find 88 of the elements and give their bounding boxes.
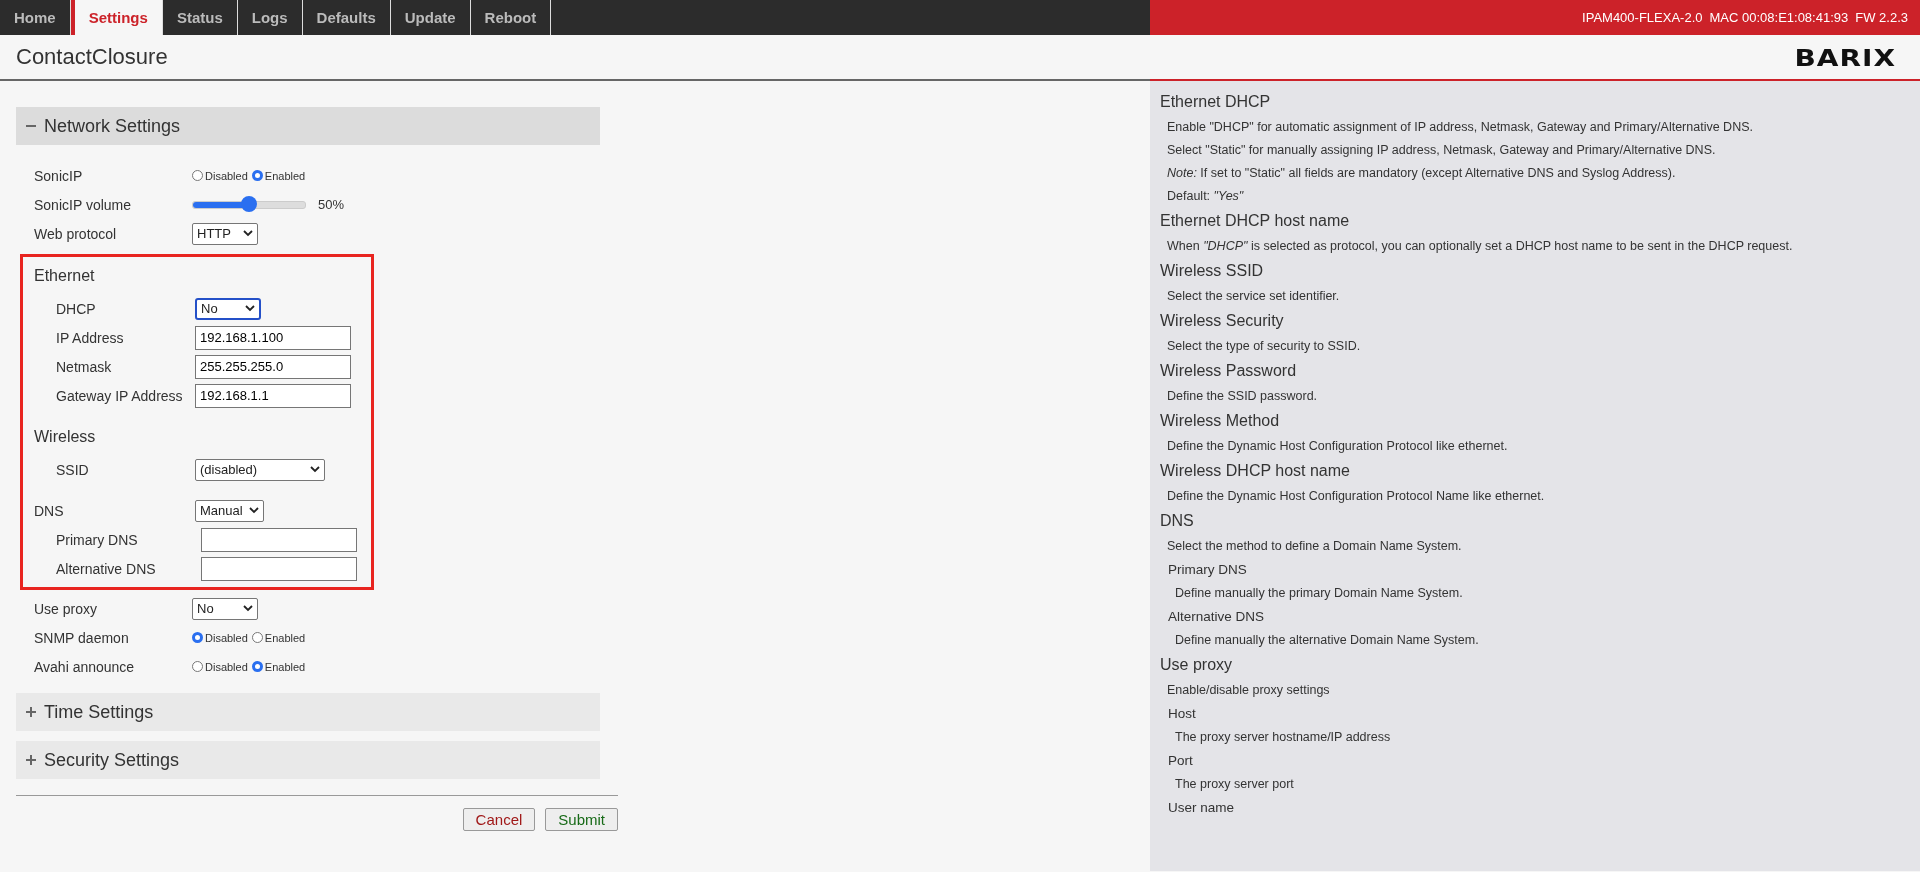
field-label: Alternative DNS [55, 560, 157, 577]
help-text: Enable/disable proxy settings [1166, 683, 1331, 697]
text-field[interactable] [201, 556, 357, 581]
group-heading: Ethernet [33, 266, 96, 286]
radio-button[interactable] [251, 632, 263, 643]
chevron-down-icon [248, 507, 259, 514]
field-label: IP Address [55, 329, 125, 346]
help-heading: Wireless Security [1160, 312, 1285, 330]
chevron-down-icon [243, 605, 253, 612]
help-heading: DNS [1160, 512, 1195, 530]
device-model: IPAM400-FLEXA-2.0 [1582, 10, 1703, 25]
radio-button[interactable] [192, 632, 203, 643]
page-title: ContactClosure [16, 44, 168, 70]
help-subheading: User name [1167, 800, 1236, 815]
text-field[interactable]: 192.168.1.1 [195, 383, 351, 408]
field-label: Avahi announce [33, 658, 136, 675]
field-label: SNMP daemon [33, 629, 130, 646]
field-label: Netmask [55, 358, 113, 375]
help-text: Default: "Yes" [1166, 189, 1245, 203]
mac-address: MAC 00:08:E1:08:41:93 [1709, 10, 1849, 25]
help-heading: Wireless Password [1160, 362, 1298, 380]
radio-label: Disabled [205, 631, 248, 644]
help-subheading: Primary DNS [1167, 562, 1248, 577]
help-heading: Ethernet DHCP host name [1160, 212, 1351, 230]
field-label: SonicIP [33, 167, 84, 184]
firmware-version: FW 2.2.3 [1855, 10, 1908, 25]
field-label: Gateway IP Address [55, 387, 184, 404]
field-label: SonicIP volume [33, 196, 132, 213]
radio-button[interactable] [192, 170, 203, 181]
field-label: SSID [55, 461, 90, 478]
help-text: Define manually the primary Domain Name System. [1174, 586, 1464, 600]
help-heading: Wireless SSID [1160, 262, 1265, 280]
cancel-button[interactable]: Cancel [462, 808, 536, 831]
help-subheading: Port [1167, 753, 1194, 768]
plus-icon [26, 707, 36, 717]
help-text: Select the type of security to SSID. [1166, 339, 1362, 353]
dropdown[interactable]: Manual [195, 499, 264, 522]
radio-label: Disabled [205, 660, 248, 673]
dropdown[interactable]: No [192, 597, 258, 620]
volume-reading: 50% [318, 197, 345, 212]
radio-label: Enabled [264, 169, 306, 182]
help-heading: Ethernet DHCP [1160, 93, 1272, 111]
section-header[interactable]: Security Settings [16, 741, 600, 779]
text-field[interactable]: 255.255.255.0 [195, 354, 351, 379]
radio-button[interactable] [192, 661, 203, 672]
help-text: When "DHCP" is selected as protocol, you can optionally set a DHCP host name to be sent in the DHCP request. [1166, 239, 1794, 253]
field-label: Web protocol [33, 225, 118, 242]
section-header[interactable]: Network Settings [16, 107, 600, 145]
help-text: Select "Static" for manually assigning IP address, Netmask, Gateway and Primary/Alternative DNS. [1166, 143, 1717, 157]
chevron-down-icon [310, 466, 320, 473]
submit-button[interactable]: Submit [545, 808, 618, 831]
chevron-down-icon [245, 305, 255, 312]
help-text: Define the Dynamic Host Configuration Protocol like ethernet. [1166, 439, 1509, 453]
help-text: Define the SSID password. [1166, 389, 1319, 403]
help-text: The proxy server port [1174, 777, 1295, 791]
help-heading: Wireless DHCP host name [1160, 462, 1351, 480]
dropdown[interactable]: No [195, 297, 261, 320]
help-text: Define manually the alternative Domain Name System. [1174, 633, 1480, 647]
help-heading: Wireless Method [1160, 412, 1281, 430]
help-subheading: Alternative DNS [1167, 609, 1266, 624]
help-text: Enable "DHCP" for automatic assignment of IP address, Netmask, Gateway and Primary/Alternative DNS. [1166, 120, 1754, 134]
text-field[interactable]: 192.168.1.100 [195, 325, 351, 350]
field-label: DNS [33, 502, 65, 519]
help-text: Select the method to define a Domain Name System. [1166, 539, 1463, 553]
field-label: Primary DNS [55, 531, 139, 548]
slider-thumb[interactable] [241, 195, 257, 212]
radio-label: Disabled [205, 169, 248, 182]
field-label: DHCP [55, 300, 97, 317]
help-subheading: Host [1167, 706, 1197, 721]
help-heading: Use proxy [1160, 656, 1234, 674]
chevron-down-icon [243, 230, 253, 237]
help-text: The proxy server hostname/IP address [1174, 730, 1392, 744]
radio-label: Enabled [264, 631, 306, 644]
help-text: Note: If set to "Static" all fields are mandatory (except Alternative DNS and Syslog Address). [1166, 166, 1677, 180]
section-header[interactable]: Time Settings [16, 693, 600, 731]
radio-button[interactable] [251, 170, 263, 181]
radio-button[interactable] [251, 661, 263, 672]
help-text: Select the service set identifier. [1166, 289, 1341, 303]
field-label: Use proxy [33, 600, 99, 617]
nav-tab[interactable]: Settings [70, 0, 163, 35]
help-text: Define the Dynamic Host Configuration Protocol Name like ethernet. [1166, 489, 1546, 503]
radio-label: Enabled [264, 660, 306, 673]
dropdown[interactable]: (disabled) [195, 458, 325, 481]
text-field[interactable] [201, 527, 357, 552]
dropdown[interactable]: HTTP [192, 222, 258, 245]
plus-icon [26, 755, 36, 765]
group-heading: Wireless [33, 427, 97, 447]
logo: BARIX [1794, 42, 1896, 72]
